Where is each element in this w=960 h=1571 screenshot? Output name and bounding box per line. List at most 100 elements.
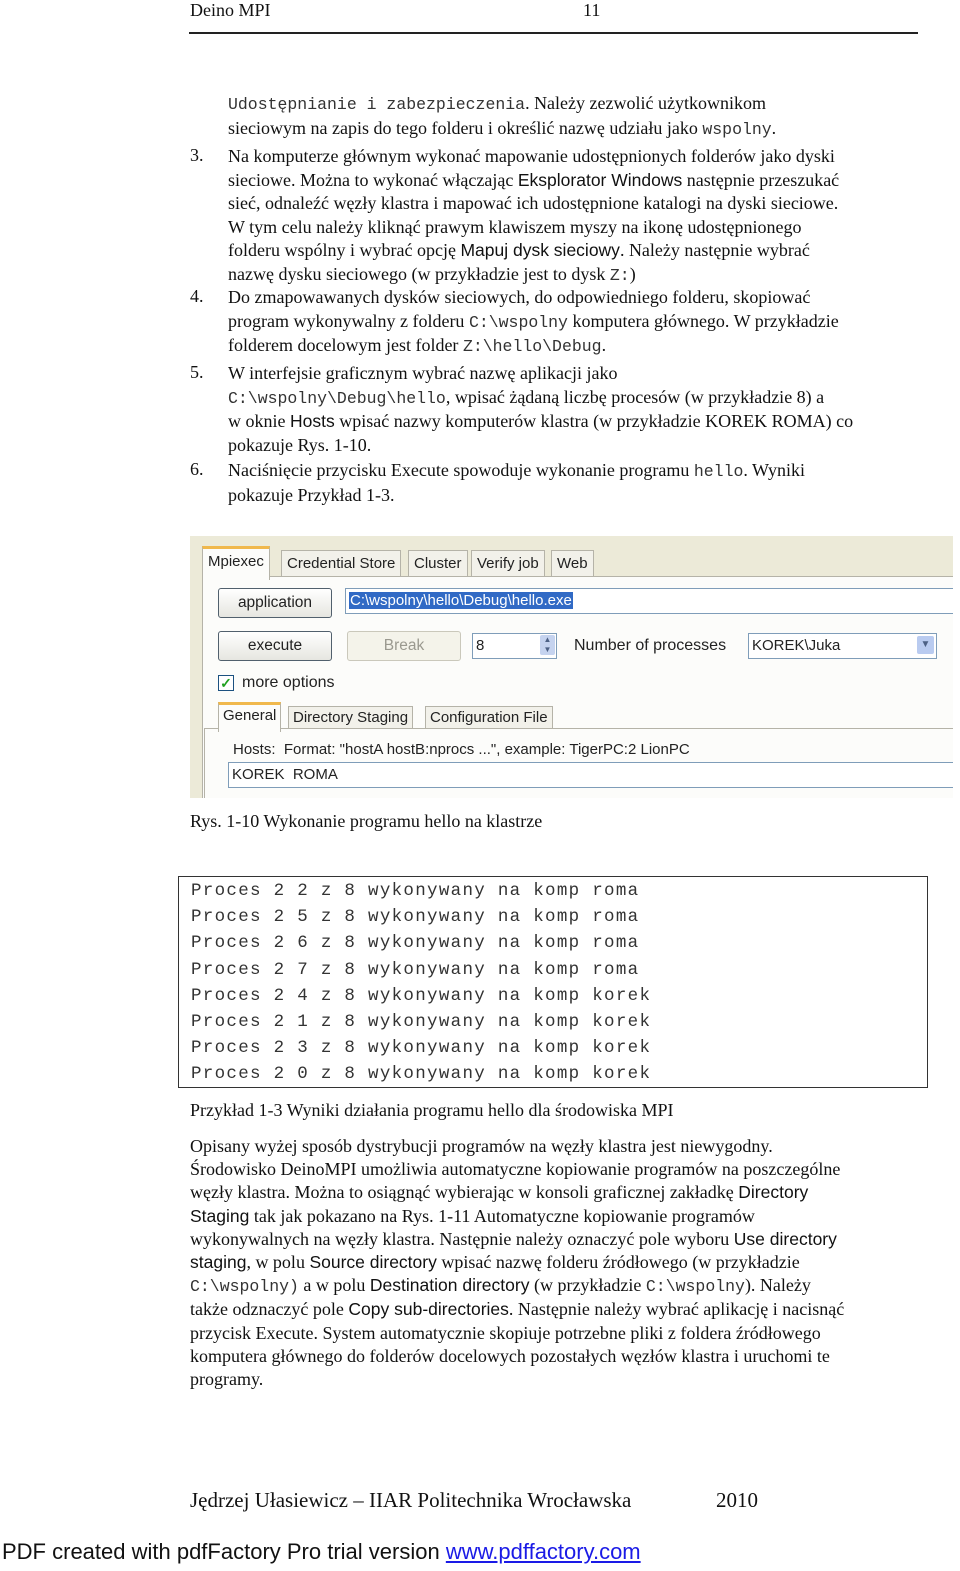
text-line: sieciowe. Można to wykonać włączając Eks… (228, 169, 918, 193)
text-line: folderem docelowym jest folder Z:\hello\… (228, 334, 918, 359)
text-line: pokazuje Rys. 1-10. (228, 434, 918, 458)
ui-term-span: Staging (190, 1205, 250, 1226)
output-line: Proces 2 7 z 8 wykonywany na komp roma (191, 959, 640, 980)
num-processes-spinner[interactable]: 8 ▲ ▼ (472, 633, 557, 659)
text-line: Staging tak jak pokazano na Rys. 1-11 Au… (190, 1205, 920, 1228)
ui-term-span: Destination directory (369, 1275, 530, 1296)
text-span: ). Należy (744, 1275, 811, 1296)
text-span: sieć, odnaleźć węzły klastra i mapować i… (228, 193, 839, 213)
text-span: węzły klastra. Można to osiągnąć wybiera… (190, 1182, 739, 1203)
tab-verify-job[interactable]: Verify job (471, 550, 545, 577)
step-text: Naciśnięcie przycisku Execute spowoduje … (228, 459, 918, 507)
page-number: 11 (583, 0, 601, 20)
text-line: wykonywalnych na węzły klastra. Następni… (190, 1228, 920, 1251)
execute-button[interactable]: execute (218, 631, 332, 661)
step-number: 3. (190, 145, 204, 165)
step-text: Do zmapowawanych dysków sieciowych, do o… (228, 286, 918, 359)
application-path-value: C:\wspolny\hello\Debug\hello.exe (349, 592, 573, 609)
subtab-configuration-file[interactable]: Configuration File (425, 706, 553, 729)
body-paragraph: Opisany wyżej sposób dystrybucji program… (190, 1135, 920, 1391)
code-span: C:\wspolny (468, 312, 568, 332)
output-line: Proces 2 1 z 8 wykonywany na komp korek (191, 1012, 652, 1032)
text-line: programy. (190, 1368, 920, 1391)
program-output-box: Proces 2 2 z 8 wykonywany na komp roma Pr… (178, 876, 928, 1088)
subtab-general[interactable]: General (218, 702, 282, 732)
text-span: następnie przeszukać (682, 169, 840, 190)
text-span: komputera głównego do folderów docelowyc… (190, 1345, 830, 1366)
code-span: Z:\hello\Debug (462, 337, 602, 356)
application-button[interactable]: application (218, 588, 332, 618)
code-span: Z: (609, 265, 630, 285)
text-span: wykonywalnych na węzły klastra. Następni… (190, 1228, 734, 1249)
tab-mpiexec[interactable]: Mpiexec (202, 546, 270, 580)
figure-caption: Rys. 1-10 Wykonanie programu hello na kl… (190, 811, 543, 831)
break-button[interactable]: Break (347, 631, 461, 661)
tab-cluster[interactable]: Cluster (408, 550, 468, 577)
text-line: Na komputerze głównym wykonać mapowanie … (228, 145, 918, 169)
ui-term-span: staging (190, 1252, 247, 1273)
text-span: sieciowym na zapis do tego folderu i okr… (228, 117, 703, 138)
chevron-down-icon[interactable]: ▼ (917, 636, 934, 654)
pdffactory-link[interactable]: www.pdffactory.com (446, 1539, 641, 1564)
text-line: komputera głównego do folderów docelowyc… (190, 1345, 920, 1368)
code-span: C:\wspolny\Debug\hello (228, 388, 446, 408)
text-line: program wykonywalny z folderu C:\wspolny… (228, 310, 918, 335)
text-span: . Należy następnie wybrać (619, 240, 810, 260)
text-span: nazwę dysku sieciowego (w przykładzie je… (228, 263, 610, 284)
footer-author: Jędrzej Ułasiewicz – IIAR Politechnika W… (190, 1488, 632, 1512)
text-line: staging, w polu Source directory wpisać … (190, 1251, 920, 1274)
step-number: 4. (190, 286, 204, 306)
text-line: W interfejsie graficznym wybrać nazwę ap… (228, 362, 918, 386)
menu-path-mono: Udostępnianie i zabezpieczenia (228, 95, 526, 114)
text-line: W tym celu należy kliknąć prawym klawisz… (228, 216, 918, 240)
text-line: Do zmapowawanych dysków sieciowych, do o… (228, 286, 918, 310)
ui-term-span: Hosts (290, 411, 335, 431)
spinner-arrows-icon[interactable]: ▲ ▼ (540, 635, 555, 655)
code-span: hello (693, 462, 744, 481)
text-line: sieć, odnaleźć węzły klastra i mapować i… (228, 192, 918, 216)
text-line: nazwę dysku sieciowego (w przykładzie je… (228, 263, 918, 288)
output-line: Proces 2 6 z 8 wykonywany na komp roma (191, 933, 640, 954)
text-span: Do zmapowawanych dysków sieciowych, do o… (228, 287, 811, 307)
tab-credential-store[interactable]: Credential Store (281, 550, 402, 577)
text-line: w oknie Hosts wpisać nazwy komputerów kl… (228, 410, 918, 434)
application-path-input[interactable]: C:\wspolny\hello\Debug\hello.exe (345, 588, 953, 614)
hosts-input[interactable]: KOREK ROMA (228, 762, 953, 788)
output-line: Proces 2 3 z 8 wykonywany na komp korek (191, 1038, 652, 1059)
code-span: C:\wspolny) (190, 1277, 299, 1297)
user-select-value: KOREK\Juka (752, 637, 841, 654)
text-span: także odznaczyć pole (190, 1299, 349, 1320)
text-span: pokazuje Rys. 1-10. (228, 434, 372, 455)
text-span: . Wyniki (743, 460, 805, 480)
checkmark-icon: ✓ (220, 675, 232, 691)
text-line: Środowisko DeinoMPI umożliwia automatycz… (190, 1158, 920, 1181)
text-span: W interfejsie graficznym wybrać nazwę ap… (228, 363, 618, 383)
pdf-watermark: PDF created with pdfFactory Pro trial ve… (2, 1539, 641, 1565)
text-span: . Należy zezwolić użytkownikom (525, 93, 766, 113)
ui-term-span: Directory (738, 1182, 809, 1203)
more-options-label: more options (242, 674, 335, 691)
text-span: przycisk Execute. System automatycznie s… (190, 1322, 821, 1343)
text-span: , wpisać żądaną liczbę procesów (w przyk… (445, 386, 825, 407)
text-span: Opisany wyżej sposób dystrybucji program… (190, 1136, 773, 1156)
more-options-checkbox[interactable]: ✓ (218, 675, 234, 691)
text-span: sieciowe. Można to wykonać włączając (228, 169, 518, 190)
text-span: w oknie (228, 411, 290, 431)
text-span: wpisać nazwy komputerów klastra (w przyk… (334, 411, 854, 431)
tab-web[interactable]: Web (551, 550, 594, 577)
step-text: Na komputerze głównym wykonać mapowanie … (228, 145, 918, 287)
text-span: Naciśnięcie przycisku Execute spowoduje … (228, 460, 694, 480)
ui-term-span: Use directory (733, 1228, 837, 1249)
text-line: C:\wspolny) a w polu Destination directo… (190, 1274, 920, 1298)
text-span: pokazuje Przykład 1-3. (228, 484, 395, 505)
text-line: Naciśnięcie przycisku Execute spowoduje … (228, 459, 918, 484)
num-processes-value: 8 (476, 637, 485, 654)
text-line: pokazuje Przykład 1-3. (228, 484, 918, 508)
text-span: folderem docelowym jest folder (228, 335, 463, 355)
subtab-directory-staging[interactable]: Directory Staging (288, 706, 414, 729)
text-span: . Następnie należy wybrać aplikację i na… (508, 1299, 845, 1320)
header-rule (189, 32, 918, 34)
user-select[interactable]: KOREK\Juka ▼ (748, 633, 937, 659)
ui-term-span: Mapuj dysk sieciowy (460, 240, 620, 260)
code-span: C:\wspolny (645, 1277, 745, 1297)
